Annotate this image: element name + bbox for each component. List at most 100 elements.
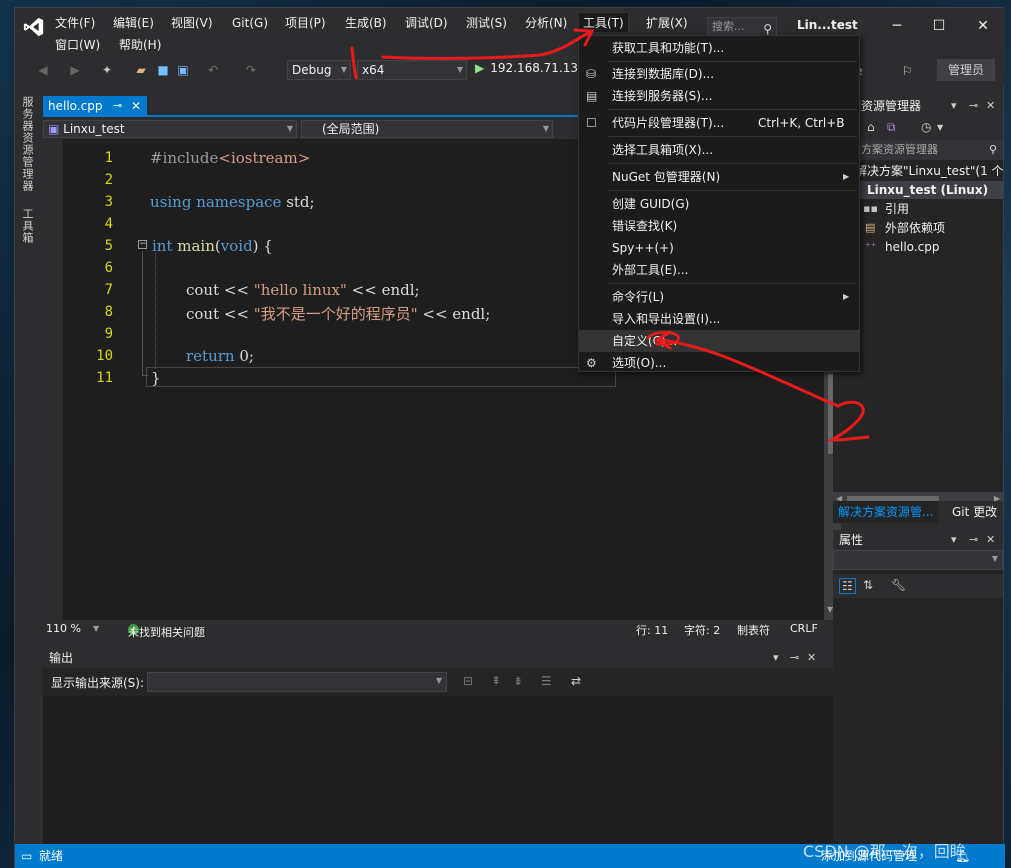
home-icon[interactable]: ⌂	[867, 120, 875, 134]
menu-build[interactable]: 生成(B)	[341, 13, 391, 33]
menu-item-label: 自定义(C)...	[612, 334, 678, 348]
menu-view[interactable]: 视图(V)	[167, 13, 217, 33]
eol-indicator[interactable]: CRLF	[790, 622, 818, 635]
configuration-select[interactable]: Debug ▼	[287, 60, 351, 80]
toolbox-tab[interactable]: 工具箱	[17, 208, 35, 244]
database-icon: ⛁	[586, 67, 597, 81]
menu-file[interactable]: 文件(F)	[51, 13, 99, 33]
maximize-button[interactable]: ☐	[927, 16, 951, 36]
snippet-icon: ☐	[586, 116, 597, 130]
output-source-select[interactable]: ▼	[147, 672, 447, 692]
output-text-area[interactable]	[43, 696, 843, 844]
word-wrap-icon[interactable]: ⇄	[571, 674, 581, 688]
solution-tab-strip: 解决方案资源管... Git 更改	[833, 501, 1003, 523]
new-project-icon[interactable]: ✦	[99, 62, 115, 78]
search-placeholder: 搜索...	[712, 20, 745, 33]
menu-help[interactable]: 帮助(H)	[115, 35, 165, 55]
panel-options-icon[interactable]: ▾	[951, 530, 957, 550]
find-message-icon[interactable]: ⊟	[463, 674, 473, 688]
editor-gutter	[43, 139, 63, 620]
chevron-down-icon[interactable]: ▼	[937, 123, 943, 132]
tabs-indicator[interactable]: 制表符	[737, 622, 770, 638]
run-button[interactable]: ▶ 192.168.71.130	[475, 61, 586, 75]
switch-views-icon[interactable]: ⧉	[887, 120, 896, 135]
menu-item-connect-database[interactable]: ⛁ 连接到数据库(D)...	[579, 63, 859, 85]
scope-select[interactable]: (全局范围) ▼	[301, 120, 553, 138]
fold-toggle-icon[interactable]: −	[138, 240, 147, 249]
menu-item-spy[interactable]: Spy++(+)	[579, 237, 859, 259]
tab-git-changes[interactable]: Git 更改	[947, 501, 1002, 523]
menu-analyze[interactable]: 分析(N)	[521, 13, 571, 33]
panel-options-icon[interactable]: ▾	[951, 96, 957, 116]
zoom-level[interactable]: 110 %	[46, 622, 81, 635]
code-line-7: cout << "hello linux" << endl;	[186, 281, 420, 299]
menu-item-import-export[interactable]: 导入和导出设置(I)...	[579, 308, 859, 330]
menu-git[interactable]: Git(G)	[228, 13, 272, 33]
pin-icon[interactable]: ⊸	[113, 96, 122, 116]
menu-debug[interactable]: 调试(D)	[401, 13, 452, 33]
code-token: ) {	[252, 237, 273, 255]
menu-item-error-lookup[interactable]: 错误查找(K)	[579, 215, 859, 237]
menu-item-create-guid[interactable]: 创建 GUID(G)	[579, 193, 859, 215]
forward-icon[interactable]: ▶	[67, 62, 83, 78]
prev-message-icon[interactable]: ⇞	[491, 674, 501, 688]
feedback-icon[interactable]: ⚐	[899, 63, 915, 79]
menu-item-command-line[interactable]: 命令行(L) ▶	[579, 286, 859, 308]
open-folder-icon[interactable]: ▰	[133, 62, 149, 78]
menu-extensions[interactable]: 扩展(X)	[642, 13, 692, 33]
tab-solution-explorer[interactable]: 解决方案资源管...	[833, 501, 939, 523]
save-all-icon[interactable]: ▣	[175, 62, 191, 78]
history-icon[interactable]: ◷	[921, 120, 931, 134]
clear-all-icon[interactable]: ☰	[541, 674, 552, 688]
back-icon[interactable]: ◀	[35, 62, 51, 78]
tree-item-label: 引用	[885, 202, 910, 216]
pin-icon[interactable]: ⊸	[969, 96, 978, 116]
menu-item-label: 选择工具箱项(X)...	[612, 143, 714, 157]
menu-item-options[interactable]: ⚙ 选项(O)...	[579, 352, 859, 374]
close-icon[interactable]: ✕	[986, 96, 995, 116]
undo-icon[interactable]: ↶	[205, 62, 221, 78]
menu-test[interactable]: 测试(S)	[462, 13, 511, 33]
menu-window[interactable]: 窗口(W)	[51, 35, 104, 55]
categorized-icon[interactable]: ☷	[839, 578, 856, 594]
minimize-button[interactable]: ─	[885, 16, 909, 36]
menu-item-customize[interactable]: 自定义(C)...	[579, 330, 859, 352]
run-target-label: 192.168.71.130	[490, 61, 586, 75]
menu-edit[interactable]: 编辑(E)	[109, 13, 158, 33]
chevron-down-icon[interactable]: ▼	[93, 624, 99, 633]
menu-item-external-tools[interactable]: 外部工具(E)...	[579, 259, 859, 281]
pin-icon[interactable]: ⊸	[790, 648, 799, 668]
menu-item-label: 选项(O)...	[612, 356, 667, 370]
server-explorer-tab[interactable]: 服务器资源管理器	[17, 96, 35, 192]
visual-studio-logo-icon	[23, 17, 44, 37]
close-icon[interactable]: ✕	[986, 530, 995, 550]
tab-hello-cpp[interactable]: hello.cpp ⊸ ✕	[43, 96, 147, 117]
next-message-icon[interactable]: ⇟	[513, 674, 523, 688]
panel-options-icon[interactable]: ▾	[773, 648, 779, 668]
platform-value: x64	[362, 63, 385, 77]
editor-status-strip: 110 % ▼ ✓ 未找到相关问题 行: 11 字符: 2 制表符 CRLF	[43, 620, 843, 639]
menu-item-choose-toolbox[interactable]: 选择工具箱项(X)...	[579, 139, 859, 161]
chevron-down-icon: ▼	[542, 124, 549, 133]
code-token: #include	[150, 149, 219, 167]
property-pages-icon[interactable]: 🔧︎	[891, 578, 906, 592]
menu-item-nuget[interactable]: NuGet 包管理器(N) ▶	[579, 166, 859, 188]
platform-select[interactable]: x64 ▼	[357, 60, 467, 80]
close-icon[interactable]: ✕	[807, 648, 816, 668]
close-icon[interactable]: ✕	[131, 96, 141, 116]
menu-item-snippets-manager[interactable]: ☐ 代码片段管理器(T)... Ctrl+K, Ctrl+B	[579, 112, 859, 134]
project-scope-select[interactable]: ▣ Linxu_test ▼	[43, 120, 297, 138]
menu-tools[interactable]: 工具(T)	[578, 12, 629, 32]
alphabetical-icon[interactable]: ⇅	[863, 578, 873, 592]
menu-project[interactable]: 项目(P)	[281, 13, 330, 33]
submenu-arrow-icon: ▶	[843, 172, 850, 181]
save-icon[interactable]: ■	[155, 62, 171, 78]
properties-object-select[interactable]: ▼	[833, 550, 1003, 570]
menu-item-get-tools[interactable]: 获取工具和功能(T)...	[579, 37, 859, 59]
search-input[interactable]: 搜索... ⚲	[707, 17, 777, 37]
left-tool-strip: 服务器资源管理器 工具箱	[15, 88, 37, 608]
pin-icon[interactable]: ⊸	[969, 530, 978, 550]
close-button[interactable]: ✕	[971, 16, 995, 36]
menu-item-connect-server[interactable]: ▤ 连接到服务器(S)...	[579, 85, 859, 107]
redo-icon[interactable]: ↷	[243, 62, 259, 78]
